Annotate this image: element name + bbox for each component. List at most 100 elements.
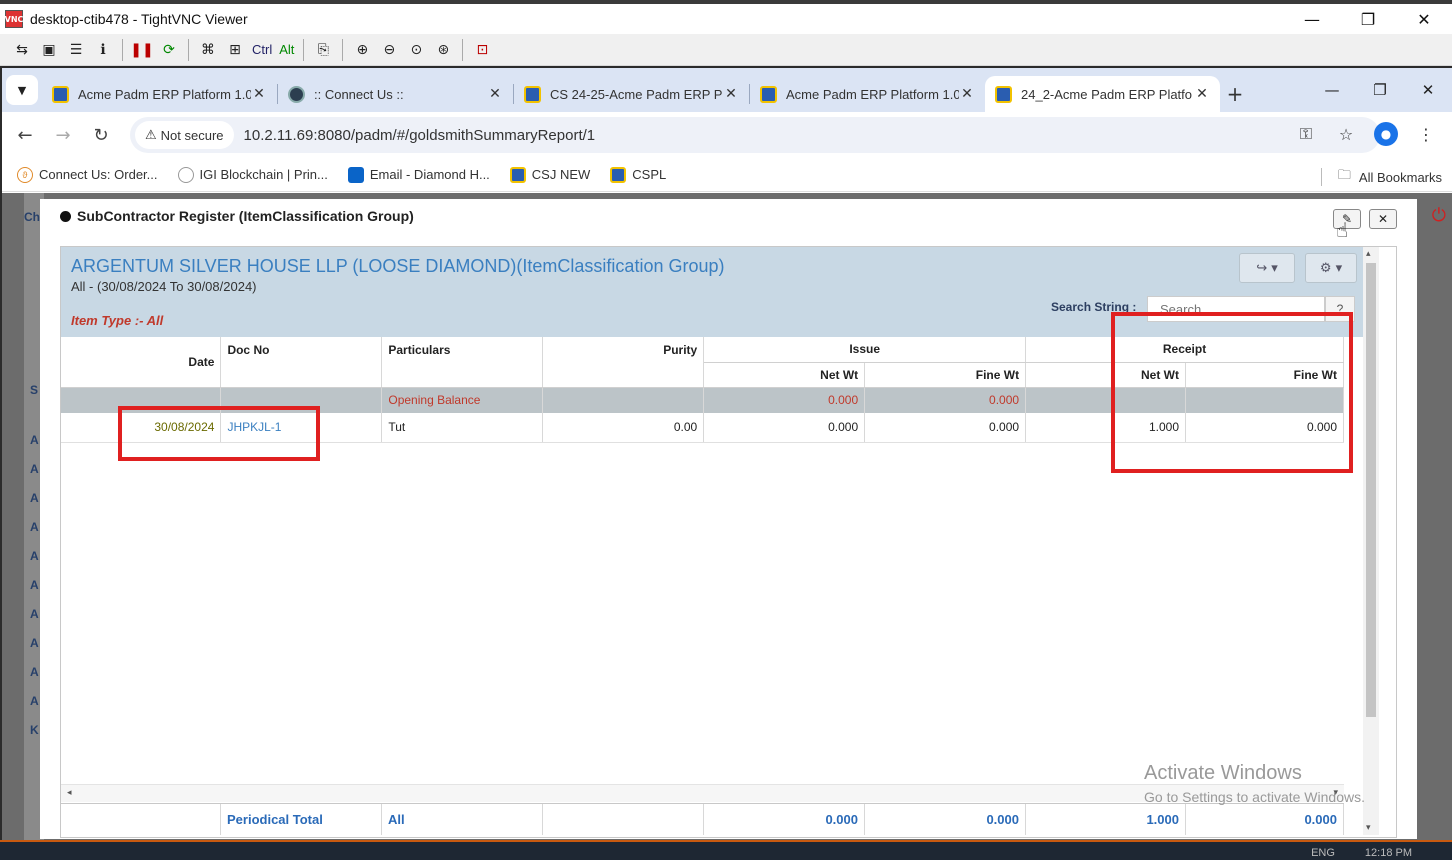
ob-issue-net: 0.000 <box>703 387 866 413</box>
col-header-issue-fine-wt[interactable]: Fine Wt <box>864 362 1027 388</box>
vnc-window-title: desktop-ctib478 - TightVNC Viewer <box>30 11 248 27</box>
toolbar-separator <box>303 38 305 61</box>
tab-close-icon[interactable]: ✕ <box>723 86 739 102</box>
close-icon[interactable]: ✕ <box>1396 4 1452 34</box>
all-bookmarks-button[interactable]: 🗀 All Bookmarks <box>1320 166 1442 188</box>
erp-favicon-icon <box>760 85 777 103</box>
bg-letter: S <box>30 383 39 397</box>
scroll-left-icon[interactable]: ◂ <box>67 788 72 798</box>
browser-restore-icon[interactable]: ❐ <box>1356 74 1404 106</box>
gear-icon: ⚙ ▾ <box>1319 260 1343 276</box>
bookmark-connect-us[interactable]: ϑ Connect Us: Order... <box>17 166 158 183</box>
tray-clock[interactable]: 12:18 PM <box>1365 847 1412 859</box>
reload-icon[interactable]: ↻ <box>82 116 120 154</box>
vnc-titlebar: VNC desktop-ctib478 - TightVNC Viewer — … <box>0 0 1452 34</box>
bg-letter: A <box>30 665 39 679</box>
zoom-100-icon[interactable]: ⊙ <box>404 38 428 62</box>
forward-icon[interactable]: → <box>44 116 82 154</box>
bg-letter: A <box>30 549 39 563</box>
save-icon[interactable]: ▣ <box>37 38 61 62</box>
cell-issue-net: 0.000 <box>703 413 866 443</box>
windows-taskbar <box>0 840 1452 860</box>
ctrl-key-button[interactable]: Ctrl <box>250 42 274 57</box>
minimize-icon[interactable]: — <box>1284 4 1340 34</box>
col-header-doc-no[interactable]: Doc No <box>220 337 383 388</box>
tab-close-icon[interactable]: ✕ <box>959 86 975 102</box>
tab-close-icon[interactable]: ✕ <box>1194 86 1210 102</box>
tab-24-2-active[interactable]: 24_2-Acme Padm ERP Platfo ✕ <box>985 76 1220 112</box>
pause-icon[interactable]: ❚❚ <box>130 38 154 62</box>
bg-letter: A <box>30 491 39 505</box>
bookmark-star-icon[interactable]: ☆ <box>1328 116 1364 152</box>
tab-connect-us[interactable]: :: Connect Us :: ✕ <box>278 76 513 112</box>
bg-letter: A <box>30 607 39 621</box>
bookmark-cspl[interactable]: CSPL <box>610 166 666 183</box>
col-header-date[interactable]: Date <box>61 337 222 388</box>
not-secure-chip[interactable]: ⚠ Not secure <box>135 121 234 149</box>
scroll-down-icon[interactable]: ▾ <box>1366 823 1371 833</box>
refresh-icon[interactable]: ⟳ <box>157 38 181 62</box>
restore-icon[interactable]: ❐ <box>1340 4 1396 34</box>
zoom-out-icon[interactable]: ⊖ <box>377 38 401 62</box>
highlight-box-doc <box>118 406 320 461</box>
bookmark-csj-new[interactable]: CSJ NEW <box>509 166 590 183</box>
new-connection-icon[interactable]: ⇆ <box>10 38 34 62</box>
erp-favicon-icon <box>524 85 541 103</box>
system-tray: ENG 12:18 PM <box>1311 847 1412 859</box>
activate-windows-watermark: Activate Windows Go to Settings to activ… <box>1144 762 1365 805</box>
col-header-particulars[interactable]: Particulars <box>381 337 544 388</box>
clipboard-icon[interactable]: ⎘ <box>311 38 335 62</box>
erp-favicon-icon <box>995 85 1012 103</box>
periodical-total-row: Periodical Total All 0.000 0.000 1.000 0… <box>61 803 1344 835</box>
back-icon[interactable]: ← <box>6 116 44 154</box>
bullet-icon <box>60 210 71 222</box>
vnc-toolbar: ⇆ ▣ ☰ ℹ ❚❚ ⟳ ⌘ ⊞ Ctrl Alt ⎘ ⊕ ⊖ ⊙ ⊛ ⊡ <box>0 34 1452 66</box>
tab-close-icon[interactable]: ✕ <box>251 86 267 102</box>
modal-close-icon[interactable]: ✕ <box>1369 209 1397 229</box>
alt-key-button[interactable]: Alt <box>277 42 296 57</box>
footer-issue-fine: 0.000 <box>865 804 1026 835</box>
tab-search-button[interactable]: ▼ <box>6 75 38 105</box>
win-key-icon[interactable]: ⊞ <box>223 38 247 62</box>
tab-cs-24-25[interactable]: CS 24-25-Acme Padm ERP Pl ✕ <box>514 76 749 112</box>
omnibox[interactable]: ⚠ Not secure 10.2.11.69:8080/padm/#/gold… <box>130 117 1380 153</box>
scrollbar-thumb[interactable] <box>1366 263 1376 717</box>
modal-title: SubContractor Register (ItemClassificati… <box>60 208 414 224</box>
tab-label: Acme Padm ERP Platform 1.0 <box>78 86 251 102</box>
scroll-up-icon[interactable]: ▴ <box>1366 249 1371 259</box>
tab-acme-2[interactable]: Acme Padm ERP Platform 1.0 ✕ <box>750 76 985 112</box>
fullscreen-icon[interactable]: ⊡ <box>470 38 494 62</box>
tab-acme-1[interactable]: Acme Padm ERP Platform 1.0 ✕ <box>42 76 277 112</box>
tab-label: 24_2-Acme Padm ERP Platfo <box>1021 86 1193 102</box>
ctrl-alt-del-icon[interactable]: ⌘ <box>196 38 220 62</box>
options-icon[interactable]: ☰ <box>64 38 88 62</box>
url-text[interactable]: 10.2.11.69:8080/padm/#/goldsmithSummaryR… <box>244 127 596 144</box>
tray-language[interactable]: ENG <box>1311 847 1335 859</box>
bookmark-email[interactable]: Email - Diamond H... <box>347 166 490 183</box>
profile-avatar-icon[interactable]: ● <box>1374 122 1398 146</box>
power-icon[interactable]: ⏻ <box>1432 205 1446 226</box>
bookmark-igi[interactable]: IGI Blockchain | Prin... <box>177 166 328 183</box>
report-modal: SubContractor Register (ItemClassificati… <box>40 199 1417 839</box>
browser-menu-icon[interactable]: ⋮ <box>1408 116 1444 152</box>
item-type-label: Item Type :- All <box>71 313 164 328</box>
info-icon[interactable]: ℹ <box>91 38 115 62</box>
col-header-purity[interactable]: Purity <box>542 337 705 388</box>
browser-minimize-icon[interactable]: — <box>1308 74 1356 106</box>
report-title: ARGENTUM SILVER HOUSE LLP (LOOSE DIAMOND… <box>71 256 725 276</box>
bg-letter: A <box>30 462 39 476</box>
bookmarks-bar: ϑ Connect Us: Order... IGI Blockchain | … <box>2 158 1452 192</box>
browser-close-icon[interactable]: ✕ <box>1404 74 1452 106</box>
zoom-in-icon[interactable]: ⊕ <box>350 38 374 62</box>
vertical-scrollbar[interactable]: ▴ ▾ <box>1363 247 1379 835</box>
col-header-issue-net-wt[interactable]: Net Wt <box>703 362 866 388</box>
share-dropdown-button[interactable]: ↪ ▾ <box>1239 253 1295 283</box>
new-tab-button[interactable]: + <box>1220 76 1250 112</box>
settings-dropdown-button[interactable]: ⚙ ▾ <box>1305 253 1357 283</box>
zoom-fit-icon[interactable]: ⊛ <box>431 38 455 62</box>
tab-close-icon[interactable]: ✕ <box>487 86 503 102</box>
watermark-line2: Go to Settings to activate Windows. <box>1144 789 1365 805</box>
password-key-icon[interactable]: ⚿ <box>1288 116 1324 152</box>
tab-label: :: Connect Us :: <box>314 86 404 102</box>
outlook-icon <box>347 166 364 183</box>
